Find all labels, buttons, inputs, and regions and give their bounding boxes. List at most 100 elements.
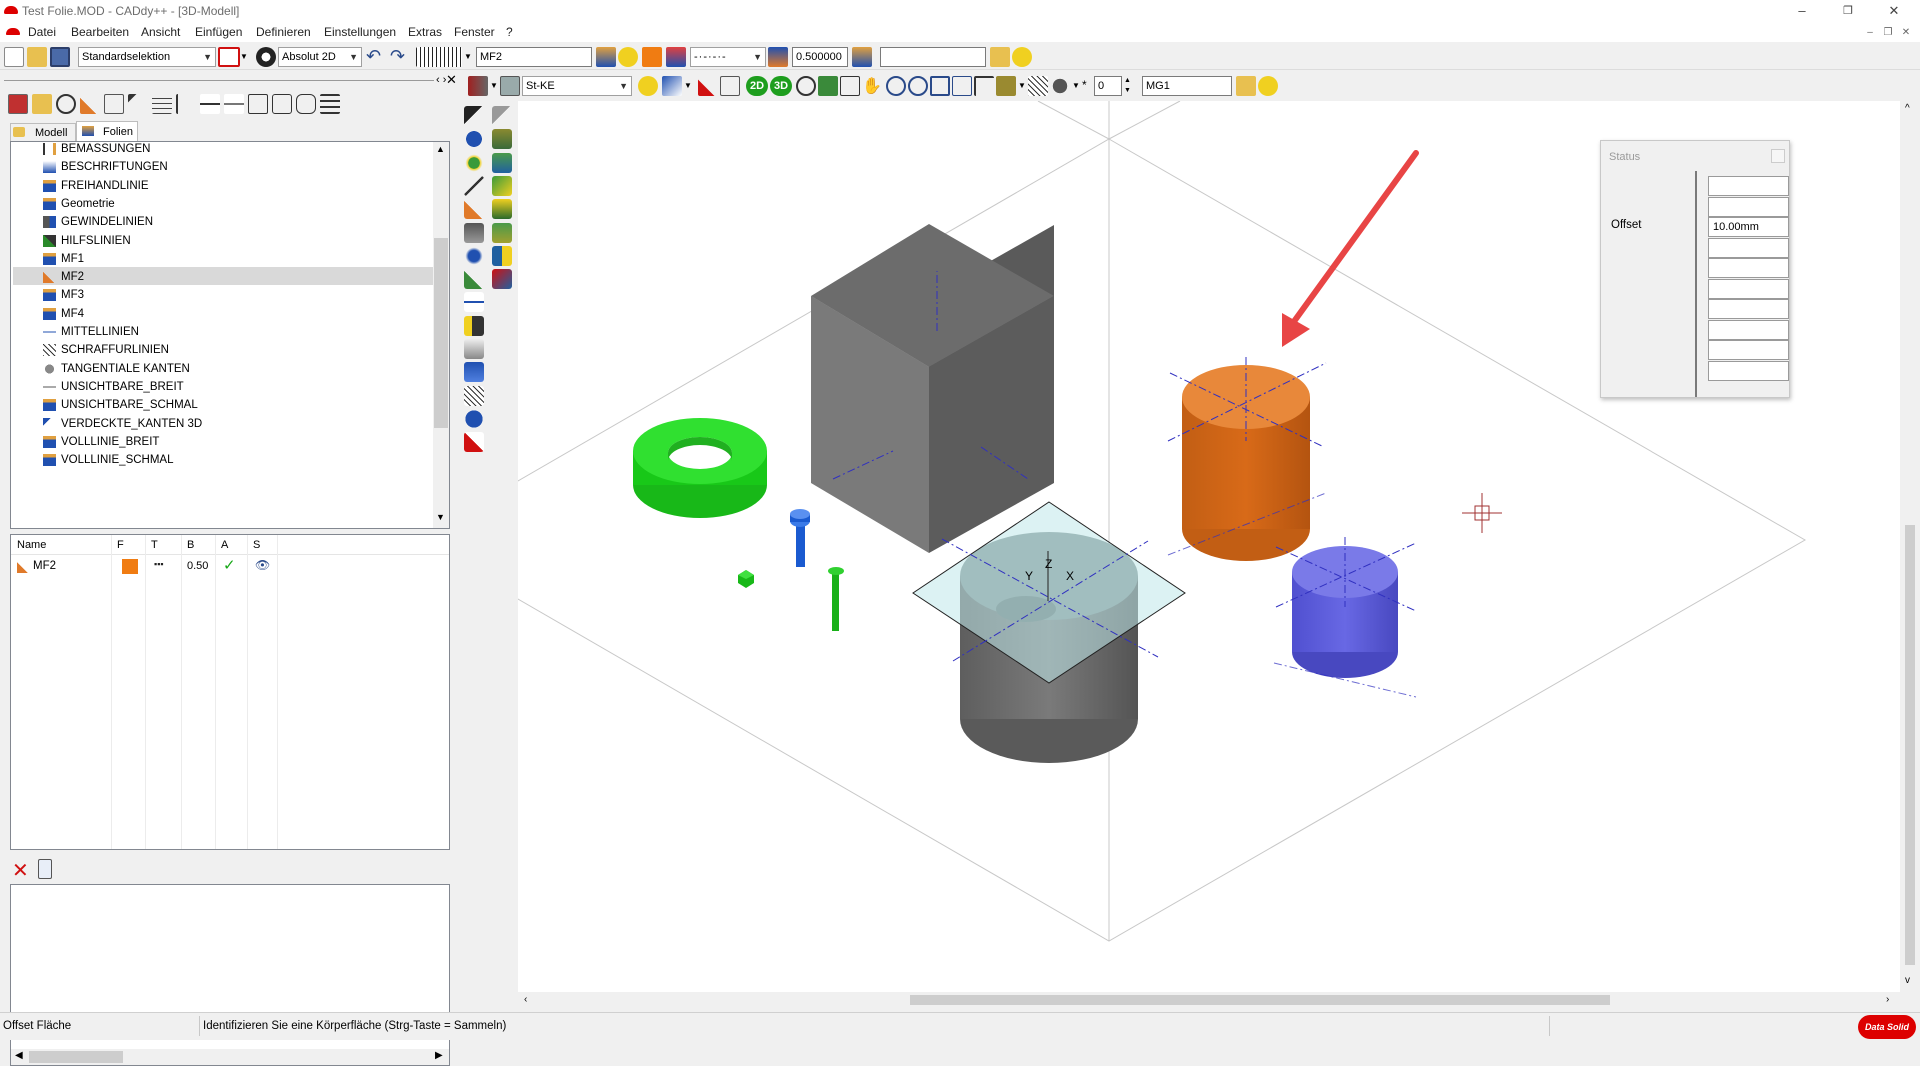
layer-item-gewindelinien[interactable]: GEWINDELINIEN — [43, 213, 153, 231]
tools-icon[interactable] — [464, 222, 484, 243]
eraser-icon[interactable] — [464, 432, 484, 453]
status-cell[interactable] — [1708, 237, 1789, 258]
col-name[interactable]: Name — [17, 539, 46, 551]
layer-item-unsichtbare-schmal[interactable]: UNSICHTBARE_SCHMAL — [43, 396, 198, 414]
scroll-right-icon[interactable]: ▶ — [435, 1050, 443, 1061]
grid-icon[interactable] — [416, 47, 462, 67]
status-cell[interactable] — [1708, 176, 1789, 196]
coordinate-icon[interactable] — [256, 47, 276, 67]
lightbulb-icon[interactable] — [618, 47, 638, 67]
chevron-down-icon[interactable]: ▼ — [1072, 81, 1080, 90]
menu-bearbeiten[interactable]: Bearbeiten — [71, 25, 129, 39]
status-cell[interactable] — [1708, 340, 1789, 360]
menu-ansicht[interactable]: Ansicht — [141, 25, 180, 39]
rotate-tool-icon[interactable] — [464, 245, 484, 266]
check-icon[interactable]: ✓ — [223, 556, 236, 574]
coord-mode-select[interactable]: Absolut 2D ▼ — [278, 47, 362, 67]
zoom-extents-icon[interactable] — [952, 76, 972, 96]
layer-item-mf1[interactable]: MF1 — [43, 250, 84, 268]
loft-tool-icon[interactable] — [492, 222, 512, 243]
search-field[interactable] — [880, 47, 986, 67]
color-swatch-icon[interactable] — [642, 47, 662, 67]
chevron-down-icon[interactable]: ▼ — [684, 81, 692, 90]
delete-layer-icon[interactable]: ✕ — [12, 858, 29, 883]
circle-select-icon[interactable] — [56, 94, 76, 114]
menu-fenster[interactable]: Fenster — [454, 25, 495, 39]
v-scroll-thumb[interactable] — [1905, 525, 1915, 965]
selection-mode-select[interactable]: Standardselektion ▼ — [78, 47, 216, 67]
sphere-select-icon[interactable] — [464, 129, 484, 150]
select-frame-icon[interactable] — [218, 47, 240, 67]
layer-item-volllinie-breit[interactable]: VOLLLINIE_BREIT — [43, 433, 159, 451]
extrude-tool-icon[interactable] — [492, 199, 512, 220]
spinner-icon[interactable]: ▲ ▼ — [1124, 76, 1131, 96]
lightbulb-icon-2[interactable] — [1012, 47, 1032, 67]
close-button[interactable]: ✕ — [1872, 2, 1916, 20]
text-tool-icon[interactable] — [464, 362, 484, 383]
node-tool-icon[interactable] — [492, 175, 512, 196]
view-2d-button[interactable]: 2D — [746, 76, 768, 96]
hatch-icon[interactable] — [152, 94, 172, 114]
number-field[interactable]: 0 — [1094, 76, 1122, 96]
layer-stack-icon[interactable] — [596, 47, 616, 67]
offset-value-field[interactable]: 10.00mm — [1708, 217, 1789, 237]
dimension-tool-icon[interactable] — [464, 315, 484, 336]
layer-item-geometrie[interactable]: Geometrie — [43, 195, 115, 213]
zoom-in-icon[interactable] — [886, 76, 906, 96]
col-t[interactable]: T — [151, 539, 158, 551]
box-tool-icon[interactable] — [492, 152, 512, 173]
chevron-down-icon[interactable]: ▼ — [1018, 81, 1026, 90]
menu-einstellungen[interactable]: Einstellungen — [324, 25, 396, 39]
box-3d-icon[interactable] — [248, 94, 268, 114]
chevron-down-icon[interactable]: ▼ — [464, 52, 472, 61]
layer-manager-icon[interactable] — [8, 94, 28, 114]
scroll-thumb[interactable] — [29, 1051, 123, 1063]
group-field[interactable]: MG1 — [1142, 76, 1232, 96]
chevron-down-icon[interactable]: ▼ — [490, 81, 498, 90]
layer-item-volllinie-schmal[interactable]: VOLLLINIE_SCHMAL — [43, 451, 174, 469]
dimension-icon[interactable] — [176, 94, 196, 114]
solid-icon[interactable] — [500, 76, 520, 96]
eye-icon[interactable]: 👁 — [255, 558, 270, 572]
line-type-select[interactable]: -·-·-·- ▼ — [690, 47, 766, 67]
info-icon[interactable] — [464, 408, 484, 429]
globe-icon[interactable] — [464, 152, 484, 173]
layer-item-beschriftungen[interactable]: BESCHRIFTUNGEN — [43, 158, 168, 176]
edit-icon[interactable] — [104, 94, 124, 114]
menu-help[interactable]: ? — [506, 25, 513, 39]
orbit-icon[interactable] — [796, 76, 816, 96]
viewport-hscrollbar[interactable]: ‹ › — [518, 992, 1900, 1008]
brush-icon[interactable] — [128, 94, 148, 114]
scroll-left-icon[interactable]: ‹ — [524, 994, 527, 1005]
layer-item-verdeckte-kanten-3d[interactable]: VERDECKTE_KANTEN 3D — [43, 415, 202, 433]
menu-extras[interactable]: Extras — [408, 25, 442, 39]
line-width-icon[interactable] — [768, 47, 788, 67]
panel-close-icon[interactable]: ✕ — [446, 72, 457, 88]
restore-button[interactable]: ❐ — [1826, 2, 1870, 20]
open-folder-icon[interactable] — [27, 47, 47, 67]
mdi-restore-button[interactable]: ❐ — [1880, 26, 1896, 40]
zoom-out-icon[interactable] — [908, 76, 928, 96]
zoom-window-icon[interactable] — [840, 76, 860, 96]
h-scroll-thumb[interactable] — [910, 995, 1610, 1005]
pan-hand-icon[interactable]: ✋ — [862, 76, 882, 96]
col-b[interactable]: B — [187, 539, 194, 551]
paint-tool-icon[interactable] — [492, 269, 512, 290]
home-view-icon[interactable] — [818, 76, 838, 96]
hatch-pattern-icon[interactable] — [1028, 76, 1048, 96]
axis-tool-icon[interactable] — [464, 292, 484, 313]
save-icon[interactable] — [50, 47, 70, 67]
line-width-field[interactable]: 0.500000 — [792, 47, 848, 67]
chevron-down-icon[interactable]: ▼ — [240, 52, 248, 61]
status-cell[interactable] — [1708, 196, 1789, 217]
material-icon[interactable] — [468, 76, 488, 96]
chart-tool-icon[interactable] — [492, 245, 512, 266]
asterisk-icon[interactable]: * — [1082, 78, 1087, 92]
prop-name[interactable]: MF2 — [33, 560, 56, 572]
layer-item-freihandlinie[interactable]: FREIHANDLINIE — [43, 177, 149, 195]
status-cell[interactable] — [1708, 278, 1789, 299]
undo-icon[interactable]: ↶ — [366, 46, 381, 67]
folder-icon[interactable] — [990, 47, 1010, 67]
status-cell[interactable] — [1708, 360, 1789, 381]
centerline-icon[interactable] — [200, 94, 220, 114]
